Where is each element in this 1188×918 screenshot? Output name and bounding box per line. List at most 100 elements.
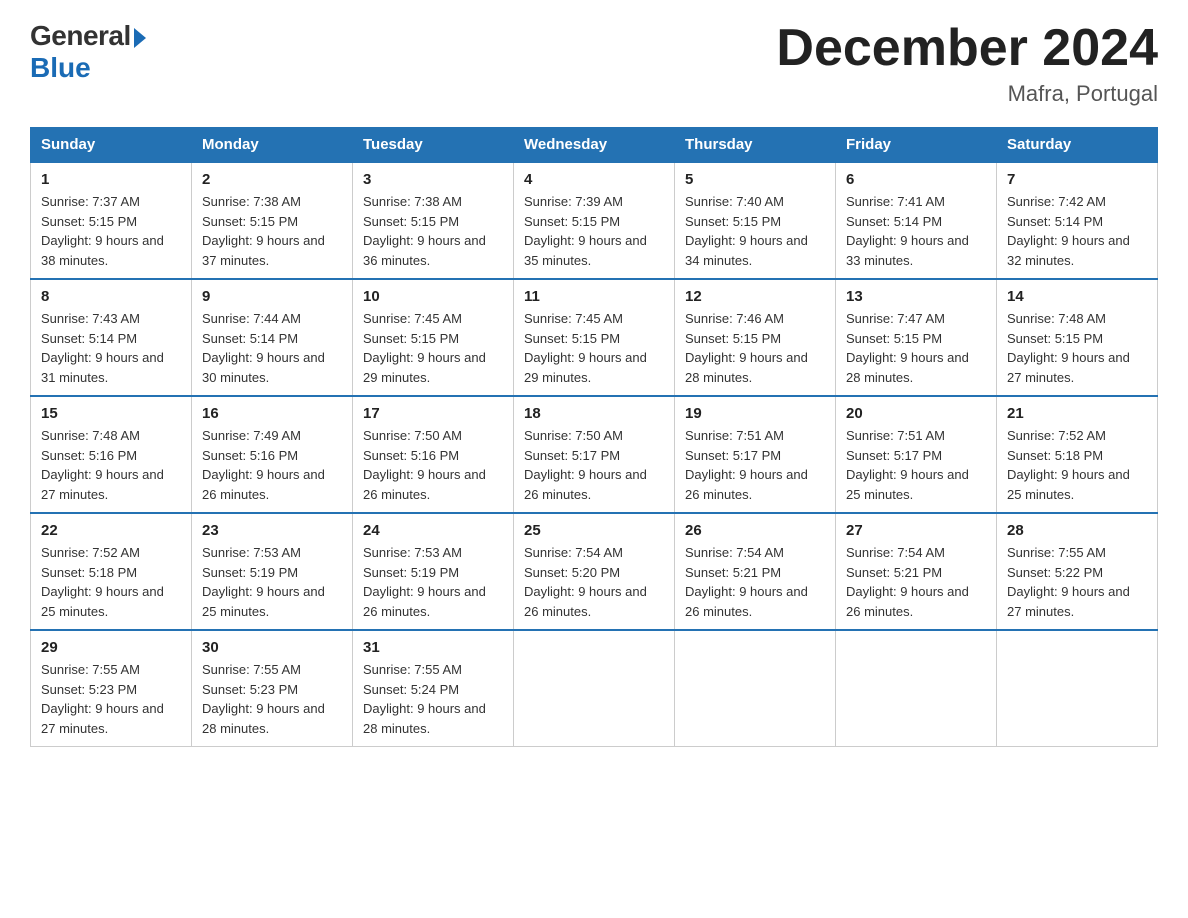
day-info: Sunrise: 7:38 AMSunset: 5:15 PMDaylight:…	[202, 194, 325, 268]
calendar-cell: 25 Sunrise: 7:54 AMSunset: 5:20 PMDayligh…	[514, 513, 675, 630]
day-info: Sunrise: 7:54 AMSunset: 5:21 PMDaylight:…	[685, 545, 808, 619]
day-info: Sunrise: 7:47 AMSunset: 5:15 PMDaylight:…	[846, 311, 969, 385]
calendar-cell: 12 Sunrise: 7:46 AMSunset: 5:15 PMDayligh…	[675, 279, 836, 396]
calendar-cell: 28 Sunrise: 7:55 AMSunset: 5:22 PMDayligh…	[997, 513, 1158, 630]
day-number: 9	[202, 288, 342, 305]
calendar-cell: 18Sunrise: 7:50 AMSunset: 5:17 PMDayligh…	[514, 396, 675, 513]
day-number: 25	[524, 522, 664, 539]
calendar-cell: 3Sunrise: 7:38 AMSunset: 5:15 PMDaylight…	[353, 162, 514, 279]
day-info: Sunrise: 7:40 AMSunset: 5:15 PMDaylight:…	[685, 194, 808, 268]
day-number: 17	[363, 405, 503, 422]
calendar-cell: 10Sunrise: 7:45 AMSunset: 5:15 PMDayligh…	[353, 279, 514, 396]
calendar-week-row: 29 Sunrise: 7:55 AMSunset: 5:23 PMDayligh…	[31, 630, 1158, 747]
day-number: 30	[202, 639, 342, 656]
calendar-table: SundayMondayTuesdayWednesdayThursdayFrid…	[30, 127, 1158, 747]
day-info: Sunrise: 7:41 AMSunset: 5:14 PMDaylight:…	[846, 194, 969, 268]
day-number: 21	[1007, 405, 1147, 422]
day-info: Sunrise: 7:49 AMSunset: 5:16 PMDaylight:…	[202, 428, 325, 502]
calendar-cell: 21 Sunrise: 7:52 AMSunset: 5:18 PMDayligh…	[997, 396, 1158, 513]
page-header: General Blue December 2024 Mafra, Portug…	[30, 20, 1158, 107]
day-number: 8	[41, 288, 181, 305]
calendar-week-row: 8 Sunrise: 7:43 AMSunset: 5:14 PMDaylight…	[31, 279, 1158, 396]
calendar-cell: 7 Sunrise: 7:42 AMSunset: 5:14 PMDaylight…	[997, 162, 1158, 279]
day-info: Sunrise: 7:55 AMSunset: 5:22 PMDaylight:…	[1007, 545, 1130, 619]
calendar-cell: 15Sunrise: 7:48 AMSunset: 5:16 PMDayligh…	[31, 396, 192, 513]
day-number: 16	[202, 405, 342, 422]
day-number: 31	[363, 639, 503, 656]
day-info: Sunrise: 7:44 AMSunset: 5:14 PMDaylight:…	[202, 311, 325, 385]
day-info: Sunrise: 7:42 AMSunset: 5:14 PMDaylight:…	[1007, 194, 1130, 268]
day-info: Sunrise: 7:54 AMSunset: 5:20 PMDaylight:…	[524, 545, 647, 619]
col-header-sunday: Sunday	[31, 128, 192, 163]
calendar-cell: 19Sunrise: 7:51 AMSunset: 5:17 PMDayligh…	[675, 396, 836, 513]
calendar-cell: 13 Sunrise: 7:47 AMSunset: 5:15 PMDayligh…	[836, 279, 997, 396]
col-header-friday: Friday	[836, 128, 997, 163]
day-info: Sunrise: 7:55 AMSunset: 5:23 PMDaylight:…	[202, 662, 325, 736]
logo-general-text: General	[30, 20, 131, 52]
day-number: 27	[846, 522, 986, 539]
day-info: Sunrise: 7:48 AMSunset: 5:15 PMDaylight:…	[1007, 311, 1130, 385]
day-info: Sunrise: 7:53 AMSunset: 5:19 PMDaylight:…	[363, 545, 486, 619]
calendar-week-row: 15Sunrise: 7:48 AMSunset: 5:16 PMDayligh…	[31, 396, 1158, 513]
logo-blue-text: Blue	[30, 52, 91, 84]
day-number: 2	[202, 171, 342, 188]
calendar-cell: 11Sunrise: 7:45 AMSunset: 5:15 PMDayligh…	[514, 279, 675, 396]
col-header-thursday: Thursday	[675, 128, 836, 163]
day-info: Sunrise: 7:39 AMSunset: 5:15 PMDaylight:…	[524, 194, 647, 268]
calendar-cell: 14 Sunrise: 7:48 AMSunset: 5:15 PMDayligh…	[997, 279, 1158, 396]
day-number: 5	[685, 171, 825, 188]
day-info: Sunrise: 7:54 AMSunset: 5:21 PMDaylight:…	[846, 545, 969, 619]
day-number: 14	[1007, 288, 1147, 305]
col-header-tuesday: Tuesday	[353, 128, 514, 163]
calendar-cell: 23 Sunrise: 7:53 AMSunset: 5:19 PMDayligh…	[192, 513, 353, 630]
day-info: Sunrise: 7:52 AMSunset: 5:18 PMDaylight:…	[1007, 428, 1130, 502]
day-number: 26	[685, 522, 825, 539]
calendar-cell: 24Sunrise: 7:53 AMSunset: 5:19 PMDayligh…	[353, 513, 514, 630]
day-info: Sunrise: 7:50 AMSunset: 5:16 PMDaylight:…	[363, 428, 486, 502]
day-info: Sunrise: 7:45 AMSunset: 5:15 PMDaylight:…	[524, 311, 647, 385]
calendar-cell	[675, 630, 836, 747]
calendar-cell: 30 Sunrise: 7:55 AMSunset: 5:23 PMDayligh…	[192, 630, 353, 747]
col-header-wednesday: Wednesday	[514, 128, 675, 163]
calendar-cell	[997, 630, 1158, 747]
calendar-cell: 16 Sunrise: 7:49 AMSunset: 5:16 PMDayligh…	[192, 396, 353, 513]
day-number: 29	[41, 639, 181, 656]
day-number: 4	[524, 171, 664, 188]
calendar-cell: 4 Sunrise: 7:39 AMSunset: 5:15 PMDaylight…	[514, 162, 675, 279]
day-number: 28	[1007, 522, 1147, 539]
day-number: 7	[1007, 171, 1147, 188]
calendar-cell: 8 Sunrise: 7:43 AMSunset: 5:14 PMDaylight…	[31, 279, 192, 396]
day-number: 6	[846, 171, 986, 188]
day-number: 15	[41, 405, 181, 422]
calendar-cell	[514, 630, 675, 747]
col-header-monday: Monday	[192, 128, 353, 163]
calendar-cell: 31 Sunrise: 7:55 AMSunset: 5:24 PMDayligh…	[353, 630, 514, 747]
calendar-cell: 22 Sunrise: 7:52 AMSunset: 5:18 PMDayligh…	[31, 513, 192, 630]
page-subtitle: Mafra, Portugal	[776, 81, 1158, 107]
day-info: Sunrise: 7:53 AMSunset: 5:19 PMDaylight:…	[202, 545, 325, 619]
day-number: 12	[685, 288, 825, 305]
day-number: 1	[41, 171, 181, 188]
logo-arrow-icon	[134, 28, 146, 48]
calendar-week-row: 22 Sunrise: 7:52 AMSunset: 5:18 PMDayligh…	[31, 513, 1158, 630]
col-header-saturday: Saturday	[997, 128, 1158, 163]
calendar-cell: 17 Sunrise: 7:50 AMSunset: 5:16 PMDayligh…	[353, 396, 514, 513]
day-info: Sunrise: 7:46 AMSunset: 5:15 PMDaylight:…	[685, 311, 808, 385]
calendar-cell: 9 Sunrise: 7:44 AMSunset: 5:14 PMDaylight…	[192, 279, 353, 396]
calendar-cell: 1 Sunrise: 7:37 AMSunset: 5:15 PMDaylight…	[31, 162, 192, 279]
day-info: Sunrise: 7:52 AMSunset: 5:18 PMDaylight:…	[41, 545, 164, 619]
day-number: 10	[363, 288, 503, 305]
calendar-cell: 5 Sunrise: 7:40 AMSunset: 5:15 PMDaylight…	[675, 162, 836, 279]
day-number: 19	[685, 405, 825, 422]
logo: General Blue	[30, 20, 146, 84]
day-info: Sunrise: 7:38 AMSunset: 5:15 PMDaylight:…	[363, 194, 486, 268]
day-info: Sunrise: 7:55 AMSunset: 5:24 PMDaylight:…	[363, 662, 486, 736]
day-info: Sunrise: 7:37 AMSunset: 5:15 PMDaylight:…	[41, 194, 164, 268]
day-number: 23	[202, 522, 342, 539]
calendar-header-row: SundayMondayTuesdayWednesdayThursdayFrid…	[31, 128, 1158, 163]
day-number: 22	[41, 522, 181, 539]
day-number: 13	[846, 288, 986, 305]
day-number: 20	[846, 405, 986, 422]
day-info: Sunrise: 7:43 AMSunset: 5:14 PMDaylight:…	[41, 311, 164, 385]
calendar-cell: 26 Sunrise: 7:54 AMSunset: 5:21 PMDayligh…	[675, 513, 836, 630]
